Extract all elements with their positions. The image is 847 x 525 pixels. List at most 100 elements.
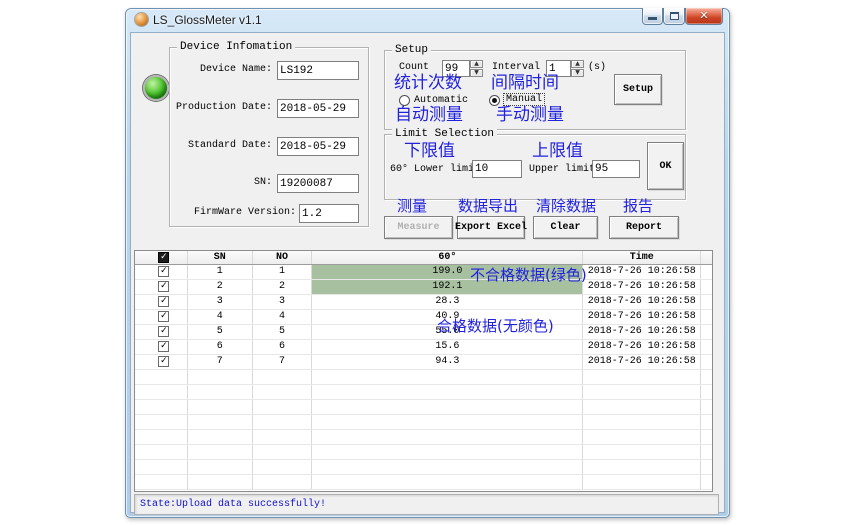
table-cell: 3	[188, 295, 253, 309]
table-cell	[583, 370, 701, 384]
titlebar[interactable]: LS_GlossMeter v1.1	[126, 9, 729, 31]
table-cell	[188, 445, 253, 459]
checkbox-cell: ✓	[135, 280, 188, 294]
count-spin-up-button[interactable]: ▲	[470, 60, 483, 68]
empty-table-row	[135, 430, 712, 445]
close-button[interactable]: ✕	[685, 8, 723, 25]
table-cell	[312, 370, 583, 384]
table-cell	[583, 400, 701, 414]
table-cell: 1	[188, 265, 253, 279]
table-header: ✓ SN NO 60° Time	[135, 251, 712, 265]
report-annotation: 报告	[623, 198, 653, 214]
upper-limit-input[interactable]	[592, 160, 640, 178]
table-cell	[583, 445, 701, 459]
spin-down-icon: ▼	[575, 70, 580, 76]
export-annotation: 数据导出	[458, 198, 518, 214]
row-checkbox[interactable]: ✓	[158, 281, 169, 292]
table-cell	[253, 445, 313, 459]
lower-limit-annotation: 下限值	[404, 142, 455, 160]
data-table: ✓ SN NO 60° Time ✓11199.02018-7-26 10:26…	[134, 250, 713, 492]
minimize-icon	[648, 17, 657, 20]
standard-date-value[interactable]	[277, 137, 359, 156]
table-cell	[701, 400, 712, 414]
export-excel-button[interactable]: Export Excel	[457, 216, 525, 239]
table-cell	[701, 445, 712, 459]
production-date-value[interactable]	[277, 99, 359, 118]
table-cell: 2	[253, 280, 313, 294]
table-row: ✓11199.02018-7-26 10:26:58	[135, 265, 712, 280]
row-checkbox[interactable]: ✓	[158, 326, 169, 337]
table-cell	[701, 325, 712, 339]
count-spin-down-button[interactable]: ▼	[470, 69, 483, 77]
table-row: ✓3328.32018-7-26 10:26:58	[135, 295, 712, 310]
client-area: Device Infomation Device Name: Productio…	[130, 32, 725, 513]
select-all-checkbox[interactable]: ✓	[158, 252, 169, 263]
connection-led-indicator	[143, 75, 169, 101]
table-cell	[188, 370, 253, 384]
table-cell	[701, 415, 712, 429]
interval-unit-label: (s)	[588, 62, 606, 74]
table-cell	[701, 475, 712, 489]
firmware-version-value[interactable]	[299, 204, 359, 223]
table-cell	[701, 460, 712, 474]
report-button[interactable]: Report	[609, 216, 679, 239]
device-name-value[interactable]	[277, 61, 359, 80]
interval-spinner: ▲ ▼	[571, 60, 584, 77]
stub-column-header	[701, 251, 712, 264]
table-cell	[583, 385, 701, 399]
checkbox-cell: ✓	[135, 295, 188, 309]
maximize-button[interactable]	[663, 8, 685, 25]
table-cell: 7	[253, 355, 313, 369]
table-cell	[188, 385, 253, 399]
table-cell	[701, 355, 712, 369]
spin-up-icon: ▲	[474, 61, 479, 67]
table-cell: 6	[253, 340, 313, 354]
table-cell	[312, 430, 583, 444]
table-cell	[701, 385, 712, 399]
sn-value[interactable]	[277, 174, 359, 193]
table-cell	[135, 445, 188, 459]
interval-spin-down-button[interactable]: ▼	[571, 69, 584, 77]
measure-button[interactable]: Measure	[384, 216, 453, 239]
table-row: ✓22192.12018-7-26 10:26:58	[135, 280, 712, 295]
lower-limit-input[interactable]	[472, 160, 522, 178]
clear-button[interactable]: Clear	[533, 216, 598, 239]
table-cell	[583, 475, 701, 489]
empty-table-row	[135, 445, 712, 460]
row-checkbox[interactable]: ✓	[158, 296, 169, 307]
table-cell	[135, 400, 188, 414]
table-cell	[701, 295, 712, 309]
checkbox-cell: ✓	[135, 340, 188, 354]
setup-button[interactable]: Setup	[614, 74, 662, 105]
table-cell: 3	[253, 295, 313, 309]
ok-button[interactable]: OK	[647, 142, 684, 190]
status-text: State:Upload data successfully!	[140, 499, 326, 510]
row-checkbox[interactable]: ✓	[158, 266, 169, 277]
row-checkbox[interactable]: ✓	[158, 356, 169, 367]
table-row: ✓4440.92018-7-26 10:26:58	[135, 310, 712, 325]
table-cell: 5	[188, 325, 253, 339]
interval-annotation: 间隔时间	[491, 74, 559, 92]
minimize-button[interactable]	[642, 8, 663, 25]
pass-data-annotation: 合格数据(无颜色)	[437, 318, 554, 334]
row-checkbox[interactable]: ✓	[158, 341, 169, 352]
table-cell	[312, 475, 583, 489]
row-checkbox[interactable]: ✓	[158, 311, 169, 322]
table-cell	[583, 430, 701, 444]
table-cell	[188, 430, 253, 444]
maximize-icon	[670, 12, 679, 20]
table-cell	[701, 370, 712, 384]
table-cell	[312, 445, 583, 459]
count-spinner: ▲ ▼	[470, 60, 483, 77]
table-cell: 2018-7-26 10:26:58	[583, 355, 701, 369]
close-icon: ✕	[686, 9, 722, 22]
table-cell	[701, 430, 712, 444]
interval-spin-up-button[interactable]: ▲	[571, 60, 584, 68]
table-cell: 15.6	[312, 340, 583, 354]
table-cell: 2018-7-26 10:26:58	[583, 340, 701, 354]
table-row: ✓5555.02018-7-26 10:26:58	[135, 325, 712, 340]
table-cell: 7	[188, 355, 253, 369]
empty-table-row	[135, 415, 712, 430]
manual-annotation: 手动测量	[496, 106, 564, 124]
sn-column-header: SN	[188, 251, 253, 264]
